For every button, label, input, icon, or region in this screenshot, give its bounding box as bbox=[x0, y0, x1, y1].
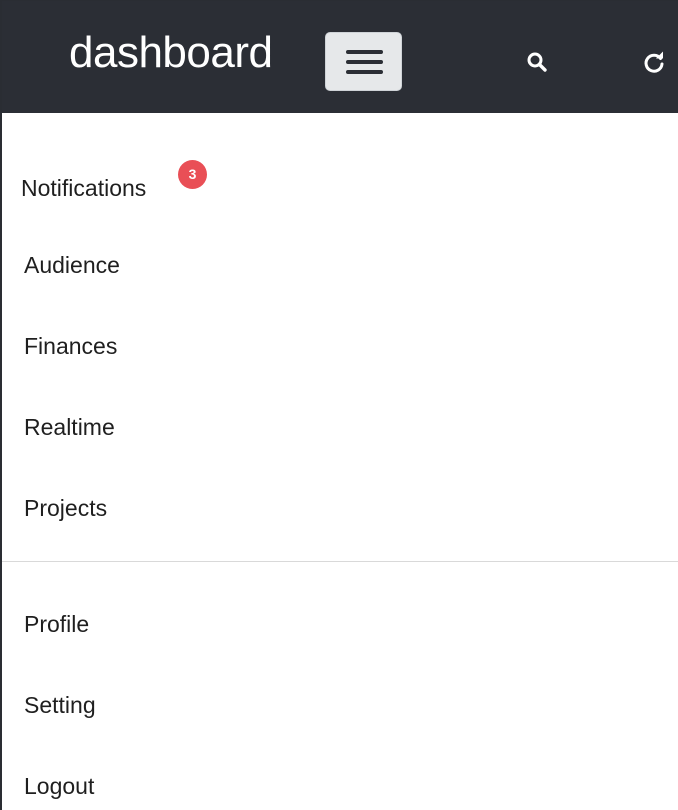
top-navbar: dashboard bbox=[2, 1, 678, 113]
nav-item-label: Logout bbox=[24, 773, 95, 799]
brand-title[interactable]: dashboard bbox=[69, 31, 273, 75]
search-icon[interactable] bbox=[526, 51, 548, 73]
nav-item-label: Projects bbox=[24, 495, 108, 521]
nav-item-finances[interactable]: Finances bbox=[24, 335, 117, 358]
nav-item-profile[interactable]: Profile bbox=[24, 613, 89, 636]
nav-item-projects[interactable]: Projects bbox=[24, 497, 107, 520]
hamburger-menu-icon-bar bbox=[346, 60, 383, 64]
nav-item-label: Profile bbox=[24, 611, 90, 637]
nav-item-notifications[interactable]: Notifications bbox=[21, 177, 146, 200]
nav-item-label: Realtime bbox=[24, 414, 115, 440]
notification-count-badge: 3 bbox=[178, 160, 207, 189]
nav-item-audience[interactable]: Audience bbox=[24, 254, 120, 277]
nav-item-label: Finances bbox=[24, 333, 118, 359]
refresh-icon[interactable] bbox=[642, 50, 666, 74]
hamburger-menu-icon-bar bbox=[346, 70, 383, 74]
nav-item-label: Audience bbox=[24, 252, 120, 278]
nav-item-label: Setting bbox=[24, 692, 96, 718]
app-frame: dashboard Notifications 3 Audience Finan… bbox=[0, 0, 678, 810]
nav-item-realtime[interactable]: Realtime bbox=[24, 416, 115, 439]
nav-divider bbox=[2, 561, 678, 562]
nav-item-label: Notifications bbox=[21, 175, 147, 201]
nav-item-logout[interactable]: Logout bbox=[24, 775, 94, 798]
nav-item-setting[interactable]: Setting bbox=[24, 694, 96, 717]
hamburger-menu-icon bbox=[346, 50, 383, 54]
menu-toggle-button[interactable] bbox=[325, 32, 402, 91]
